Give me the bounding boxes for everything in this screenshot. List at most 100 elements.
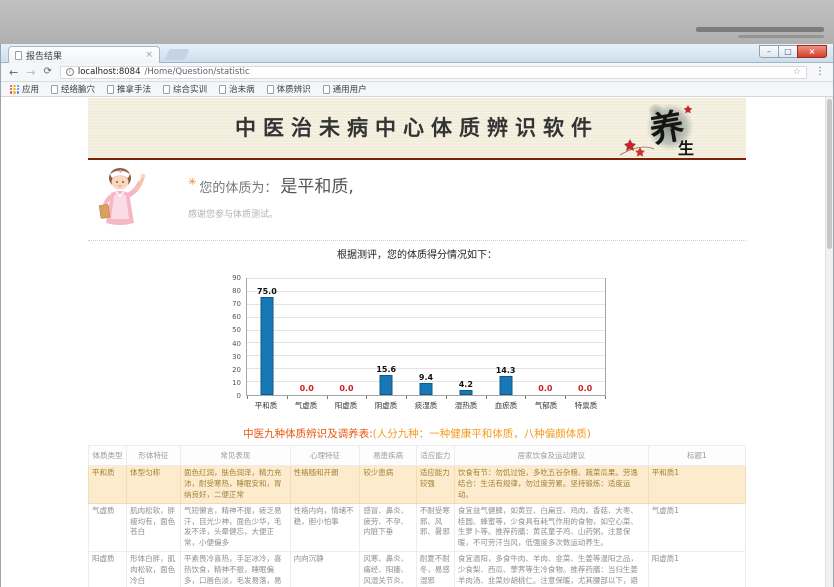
table-cell: 气虚质1 [648, 503, 745, 552]
bookmark-item[interactable]: 通用用户 [323, 83, 367, 95]
y-axis-tick-label: 60 [232, 313, 241, 321]
table-header-row: 体质类型形体特征常见表现心理特征易患疾病适应能力居家饮食及运动建议标题1 [89, 446, 746, 466]
table-cell: 适应能力较强 [416, 466, 454, 504]
table-cell: 性格随和开朗 [290, 466, 360, 504]
table-cell: 气虚质 [89, 503, 127, 552]
bookmark-item[interactable]: 推拿手法 [107, 83, 151, 95]
bookmark-item[interactable]: 经络腧穴 [51, 83, 95, 95]
close-button[interactable]: × [797, 45, 827, 58]
site-info-icon[interactable]: i [66, 68, 74, 76]
x-axis-label: 阴虚质 [366, 400, 406, 411]
x-axis-label: 平和质 [246, 400, 286, 411]
page-content: 中医治未病中心体质辨识软件 养 [1, 97, 833, 587]
forward-icon[interactable]: → [26, 67, 35, 78]
table-cell: 体型匀称 [127, 466, 181, 504]
tab-close-icon[interactable]: × [145, 51, 153, 60]
x-axis-label: 特禀质 [566, 400, 606, 411]
refresh-icon[interactable]: ⟳ [43, 67, 51, 77]
bar-value-label: 14.3 [496, 366, 516, 375]
x-axis-tick [406, 396, 407, 399]
table-header-cell: 居家饮食及运动建议 [454, 446, 648, 466]
x-axis-label: 痰湿质 [406, 400, 446, 411]
x-axis-tick [366, 396, 367, 399]
bar-value-label: 9.4 [419, 373, 433, 382]
page-icon [107, 85, 114, 94]
x-axis-tick [525, 396, 526, 399]
page-icon [51, 85, 58, 94]
bar-chart: 0102030405060708090 75.00.00.015.69.44.2… [226, 266, 608, 418]
thanks-text: 感谢您参与体质测试。 [188, 207, 746, 220]
x-axis-label: 湿热质 [446, 400, 486, 411]
table-cell: 不耐受寒邪、风邪、暑邪 [416, 503, 454, 552]
page-icon [323, 85, 330, 94]
chart-section: 根据测评，您的体质得分情况如下： 0102030405060708090 75.… [88, 240, 746, 418]
chart-title: 根据测评，您的体质得分情况如下： [88, 246, 746, 261]
bar-column: 9.4 [406, 279, 446, 395]
table-cell: 感冒、鼻炎、疲劳、不孕、内脏下垂 [360, 503, 417, 552]
browser-toolbar: ← → ⟳ i localhost:8084 /Home/Question/st… [1, 63, 833, 82]
table-header-cell: 体质类型 [89, 446, 127, 466]
y-axis-tick-label: 80 [232, 287, 241, 295]
minimize-button[interactable]: – [759, 45, 779, 58]
tab-favicon-icon [15, 51, 22, 60]
bar-column: 0.0 [327, 279, 367, 395]
x-axis-tick [486, 396, 487, 399]
table-row: 阳虚质形体白胖，肌肉松软，面色冷白平素畏冷喜热，手足冰冷，喜热饮食，精神不振，睡… [89, 552, 746, 587]
table-cell: 肌肉松软，胖瘦均有，面色苍白 [127, 503, 181, 552]
y-axis-tick-label: 90 [232, 274, 241, 282]
bar-column: 75.0 [247, 279, 287, 395]
browser-menu-icon[interactable]: ⋮ [815, 67, 825, 77]
apps-shortcut[interactable]: 应用 [10, 83, 39, 95]
table-cell: 形体白胖，肌肉松软，面色冷白 [127, 552, 181, 587]
table-cell: 性格内向，情绪不稳，胆小怕事 [290, 503, 360, 552]
table-cell: 内向沉静 [290, 552, 360, 587]
bookmark-label: 治未病 [229, 83, 255, 95]
table-cell: 风寒、鼻炎、痛经、阳痿、风湿关节炎、宫寒不孕 [360, 552, 417, 587]
browser-window: 报告结果 × – □ × ← → ⟳ i localhost:8084 /Hom… [0, 44, 834, 587]
bookmark-item[interactable]: 综合实训 [163, 83, 207, 95]
bookmark-item[interactable]: 治未病 [219, 83, 255, 95]
page-icon [219, 85, 226, 94]
bookmark-label: 综合实训 [173, 83, 207, 95]
table-row: 平和质体型匀称面色红润，肤色润泽，精力充沛，耐受寒热，睡眠安和，胃纳良好，二便正… [89, 466, 746, 504]
table-cell: 食宜益气健脾，如黄豆、白扁豆、鸡肉、香菇、大枣、桂圆、蜂蜜等，少食具有耗气作用的… [454, 503, 648, 552]
bar [420, 383, 433, 395]
maximize-button[interactable]: □ [778, 45, 798, 58]
tab-title: 报告结果 [26, 49, 141, 62]
table-caption-sub: (人分九种：一种健康平和体质，八种偏颇体质) [373, 428, 591, 440]
table-cell: 平和质1 [648, 466, 745, 504]
page-scrollbar[interactable] [825, 97, 833, 587]
address-bar[interactable]: i localhost:8084 /Home/Question/statisti… [60, 66, 807, 79]
bookmark-label: 通用用户 [333, 83, 367, 95]
back-icon[interactable]: ← [9, 67, 18, 78]
bookmark-label: 经络腧穴 [61, 83, 95, 95]
url-path: /Home/Question/statistic [144, 67, 249, 77]
table-cell: 阳虚质1 [648, 552, 745, 587]
background-window [696, 27, 824, 32]
chart-plot: 75.00.00.015.69.44.214.30.00.0 [246, 278, 606, 396]
x-axis-tick [446, 396, 447, 399]
x-axis-tick [287, 396, 288, 399]
scrollbar-thumb[interactable] [827, 99, 832, 249]
bar-value-label: 0.0 [538, 384, 552, 393]
result-asterisk-icon: ✳ [188, 177, 196, 188]
nurse-illustration [96, 164, 148, 228]
bookmark-item[interactable]: 体质辨识 [267, 83, 311, 95]
page-icon [267, 85, 274, 94]
bookmark-label: 体质辨识 [277, 83, 311, 95]
maple-leaf-icon [635, 147, 645, 157]
bar [459, 390, 472, 396]
table-caption-main: 中医九种体质辨识及调养表: [243, 428, 373, 440]
bar [499, 376, 512, 395]
tab-strip: 报告结果 × – □ × [1, 44, 833, 63]
table-header-cell: 适应能力 [416, 446, 454, 466]
result-section: ✳ 您的体质为： 是平和质, 感谢您参与体质测试。 [88, 160, 746, 232]
bookmark-star-icon[interactable]: ☆ [793, 67, 801, 77]
new-tab-button[interactable] [164, 49, 189, 60]
bar-column: 15.6 [366, 279, 406, 395]
page-icon [163, 85, 170, 94]
table-caption: 中医九种体质辨识及调养表:(人分九种：一种健康平和体质，八种偏颇体质) [88, 426, 746, 441]
x-axis: 平和质气虚质阳虚质阴虚质痰湿质湿热质血瘀质气郁质特禀质 [246, 400, 606, 411]
x-axis-label: 血瘀质 [486, 400, 526, 411]
browser-tab[interactable]: 报告结果 × [8, 46, 160, 63]
